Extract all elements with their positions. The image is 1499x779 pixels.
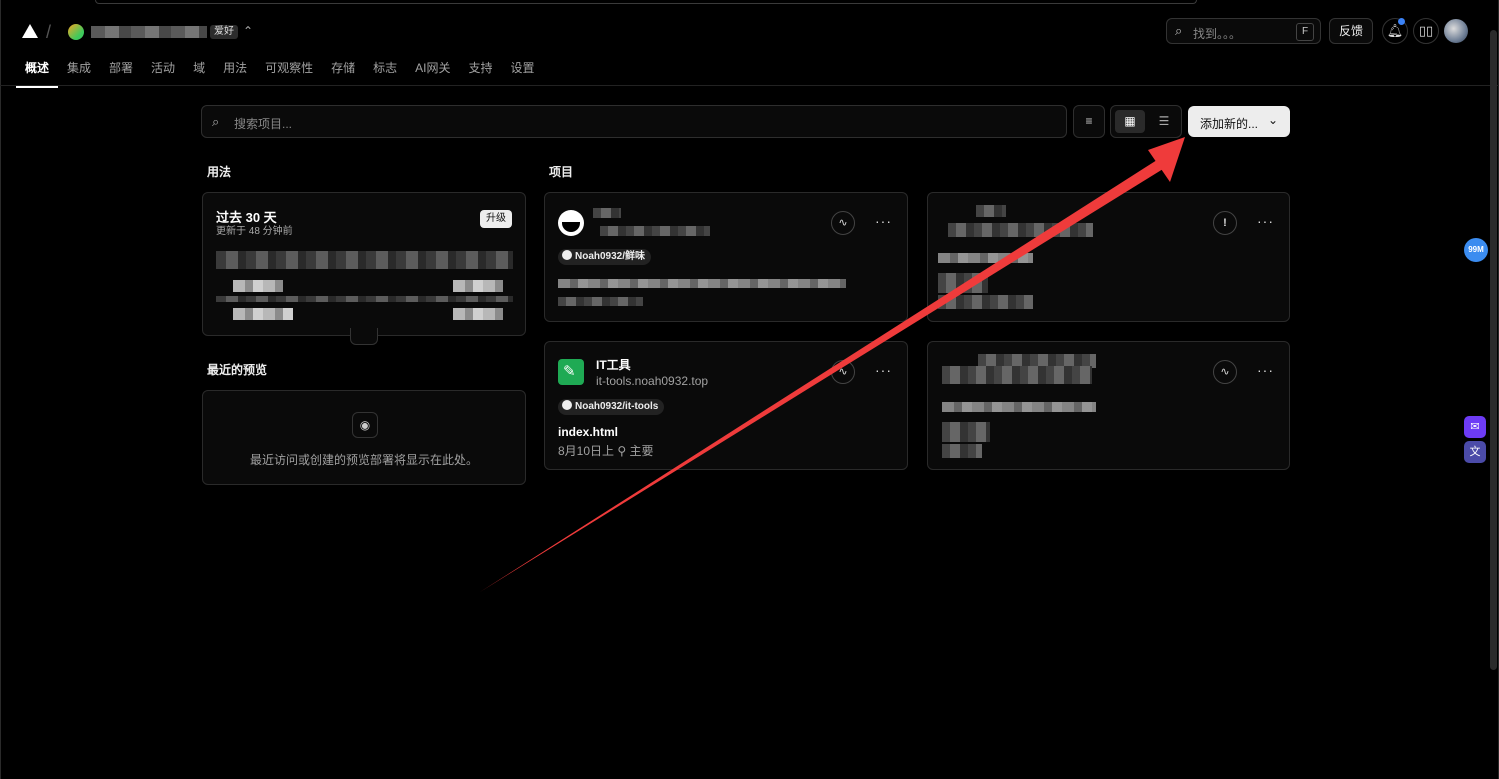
annotation-arrow-head [1148,137,1185,182]
annotation-arrow [480,137,1185,592]
annotation-arrow-shaft [480,160,1163,592]
